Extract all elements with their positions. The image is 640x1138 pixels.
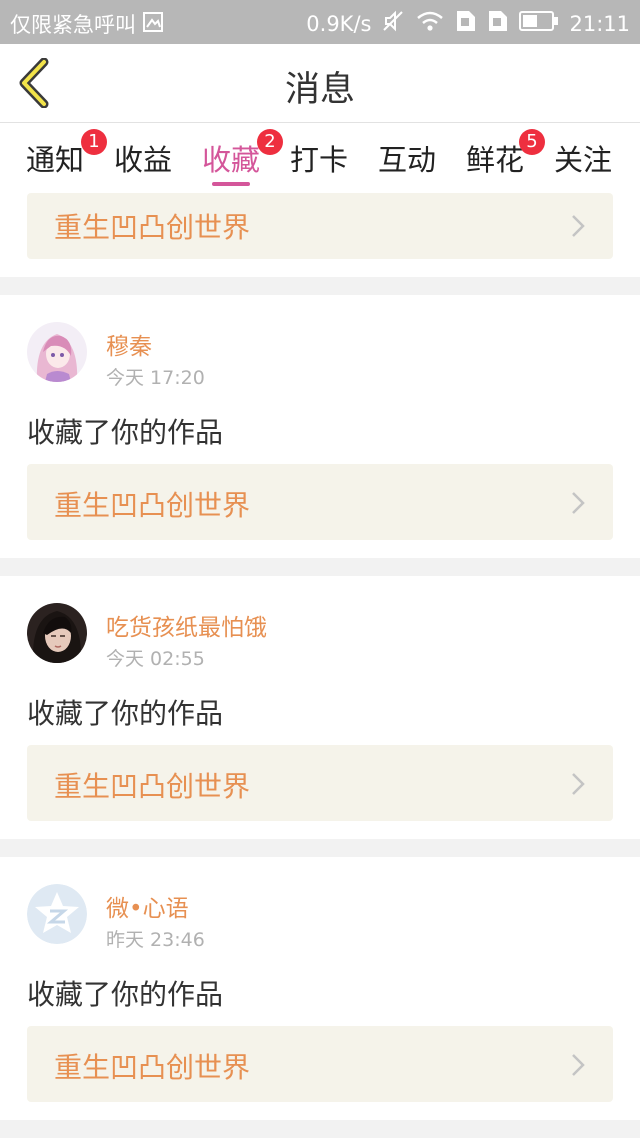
chevron-right-icon xyxy=(572,1054,585,1076)
photo-girl-avatar-icon xyxy=(27,603,87,663)
message-card: 吃货孩纸最怕饿 今天 02:55 收藏了你的作品 重生凹凸创世界 xyxy=(0,576,640,839)
tab-label: 收益 xyxy=(114,143,173,177)
chevron-right-icon xyxy=(572,492,585,514)
timestamp: 今天 17:20 xyxy=(106,367,205,389)
carrier-text: 仅限紧急呼叫 xyxy=(10,13,136,37)
tab-label: 通知 xyxy=(26,143,85,177)
anime-girl-avatar-icon xyxy=(27,322,87,382)
network-speed: 0.9K/s xyxy=(306,11,372,36)
status-bar: 仅限紧急呼叫 0.9K/s 21:11 xyxy=(0,0,640,44)
tab-label: 收藏 xyxy=(202,143,261,177)
tab-favorites[interactable]: 收藏 2 xyxy=(202,129,283,187)
wifi-icon xyxy=(415,9,445,38)
message-card: 穆秦 今天 17:20 收藏了你的作品 重生凹凸创世界 xyxy=(0,295,640,558)
tab-notify[interactable]: 通知 1 xyxy=(26,129,107,187)
qzone-star-avatar-icon xyxy=(27,884,87,944)
tab-checkin[interactable]: 打卡 xyxy=(290,137,348,187)
tab-label: 鲜花 xyxy=(466,143,525,177)
avatar[interactable] xyxy=(27,603,87,663)
work-title: 重生凹凸创世界 xyxy=(54,1051,251,1084)
timestamp: 昨天 23:46 xyxy=(106,929,205,951)
page-title: 消息 xyxy=(284,70,355,110)
tab-earnings[interactable]: 收益 xyxy=(114,137,172,187)
mute-icon xyxy=(381,9,405,38)
work-link[interactable]: 重生凹凸创世界 xyxy=(27,745,613,821)
username[interactable]: 吃货孩纸最怕饿 xyxy=(106,608,267,642)
work-link[interactable]: 重生凹凸创世界 xyxy=(27,1026,613,1102)
tab-flowers[interactable]: 鲜花 5 xyxy=(466,129,545,187)
tab-interaction[interactable]: 互动 xyxy=(378,137,436,187)
tab-follow[interactable]: 关注 xyxy=(554,137,612,187)
avatar[interactable] xyxy=(27,884,87,944)
message-card: 微•心语 昨天 23:46 收藏了你的作品 重生凹凸创世界 xyxy=(0,857,640,1120)
chevron-right-icon xyxy=(572,773,585,795)
tab-bar: 通知 1 收益 收藏 2 打卡 互动 鲜花 5 关注 xyxy=(0,123,640,193)
message-text: 收藏了你的作品 xyxy=(27,416,224,449)
work-link[interactable]: 重生凹凸创世界 xyxy=(27,464,613,540)
battery-icon xyxy=(519,10,559,37)
app-header: 消息 xyxy=(0,44,640,123)
work-link[interactable]: 重生凹凸创世界 xyxy=(27,193,613,259)
avatar[interactable] xyxy=(27,322,87,382)
tab-label: 互动 xyxy=(378,143,437,177)
message-text: 收藏了你的作品 xyxy=(27,978,224,1011)
clock-text: 21:11 xyxy=(569,11,630,36)
badge-count: 1 xyxy=(81,129,107,155)
sim2-icon xyxy=(487,9,509,38)
message-card-partial: 重生凹凸创世界 xyxy=(0,193,640,277)
screenshot-icon xyxy=(142,11,164,38)
badge-count: 2 xyxy=(257,129,283,155)
active-tab-indicator xyxy=(212,182,251,186)
work-title: 重生凹凸创世界 xyxy=(54,211,251,244)
chevron-right-icon xyxy=(572,215,585,237)
badge-count: 5 xyxy=(519,129,545,155)
username[interactable]: 穆秦 xyxy=(106,327,152,361)
message-text: 收藏了你的作品 xyxy=(27,697,224,730)
timestamp: 今天 02:55 xyxy=(106,648,205,670)
tab-label: 打卡 xyxy=(290,143,349,177)
work-title: 重生凹凸创世界 xyxy=(54,770,251,803)
work-title: 重生凹凸创世界 xyxy=(54,489,251,522)
tab-label: 关注 xyxy=(554,143,613,177)
sim1-icon xyxy=(455,9,477,38)
username[interactable]: 微•心语 xyxy=(106,889,189,923)
